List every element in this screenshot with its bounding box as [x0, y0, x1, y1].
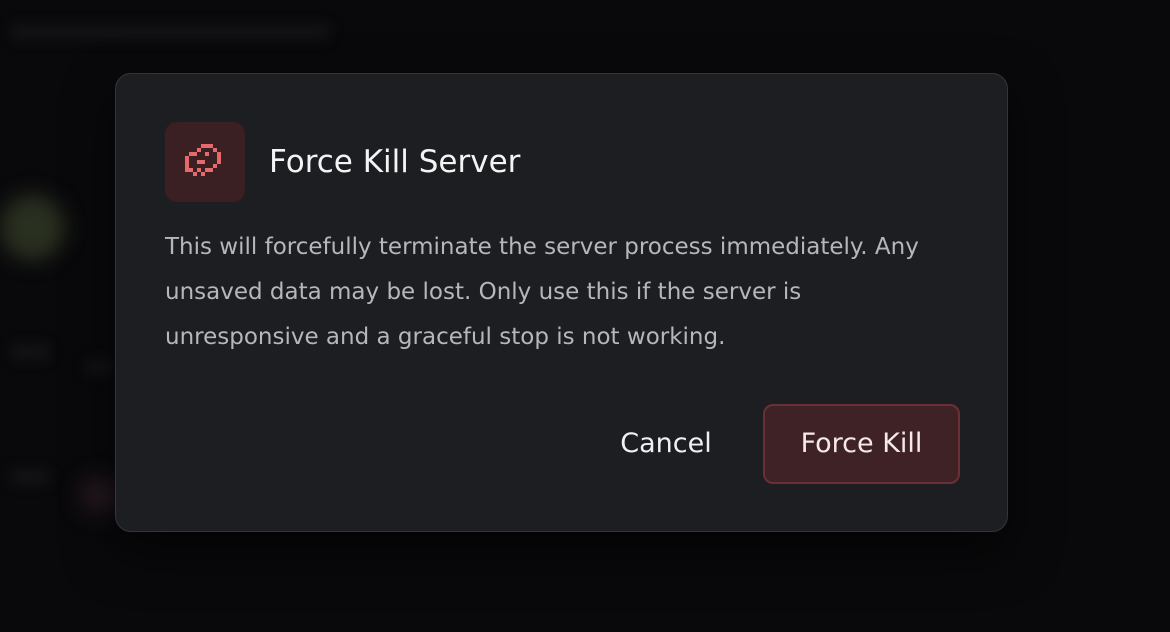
force-kill-dialog: Force Kill Server This will forcefully t… [115, 73, 1008, 532]
background-text [85, 360, 115, 374]
skull-icon [165, 122, 245, 202]
background-text [10, 25, 330, 39]
background-avatar [0, 195, 65, 260]
dialog-title: Force Kill Server [269, 144, 521, 180]
force-kill-button[interactable]: Force Kill [763, 404, 960, 484]
cancel-button[interactable]: Cancel [600, 404, 732, 484]
background-text [10, 470, 50, 484]
background-badge [80, 475, 120, 515]
dialog-message: This will forcefully terminate the serve… [165, 234, 919, 350]
background-text [10, 345, 50, 359]
